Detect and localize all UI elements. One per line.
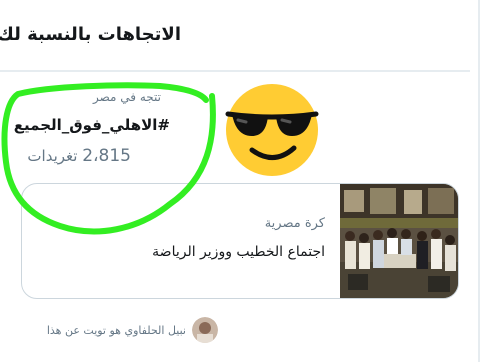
trend-context: تتجه في مصر: [93, 90, 161, 104]
trends-title: الاتجاهات بالنسبة لك: [0, 24, 181, 45]
related-tweet-text: نبيل الحلفاوي هو تويت عن هذا: [46, 323, 186, 337]
news-headline: اجتماع الخطيب ووزير الرياضة: [152, 244, 325, 260]
trend-count-number: 2،815: [82, 146, 131, 166]
news-category: كرة مصرية: [264, 216, 325, 231]
trends-panel: الاتجاهات بالنسبة لك تتجه في مصر #الاهلي…: [0, 0, 480, 362]
news-card[interactable]: كرة مصرية اجتماع الخطيب ووزير الرياضة: [21, 183, 459, 299]
trend-count-label: تغريدات: [27, 147, 78, 165]
news-photo: [340, 184, 458, 298]
trends-header: الاتجاهات بالنسبة لك: [0, 0, 470, 72]
trend-tweet-count: 2،815 تغريدات: [27, 146, 131, 166]
trend-hashtag[interactable]: #الاهلي_فوق_الجميع: [14, 116, 170, 134]
avatar: [192, 317, 218, 343]
related-tweet-note[interactable]: نبيل الحلفاوي هو تويت عن هذا: [47, 317, 218, 343]
sunglasses-face-icon: [225, 84, 319, 176]
